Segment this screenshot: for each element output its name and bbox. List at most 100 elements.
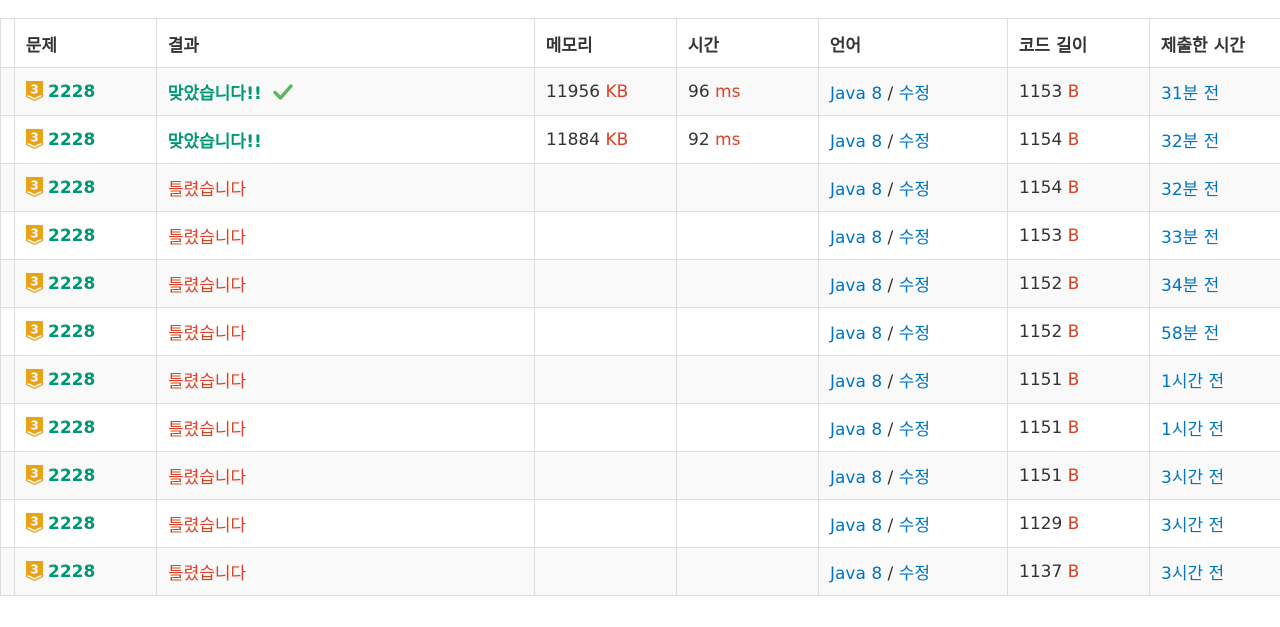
code-length-value: 1154	[1019, 129, 1063, 150]
code-length-cell: 1151 B	[1007, 355, 1150, 404]
language-link[interactable]: Java 8	[830, 564, 882, 584]
language-link[interactable]: Java 8	[830, 420, 882, 440]
problem-cell: 3 2228	[14, 403, 157, 452]
code-length-value: 1151	[1019, 465, 1063, 486]
language-cell: Java 8 / 수정	[818, 115, 1008, 164]
edit-link[interactable]: 수정	[899, 420, 930, 440]
submitted-time-cell: 34분 전	[1149, 259, 1280, 308]
memory-unit: KB	[605, 129, 629, 150]
submitted-time-link[interactable]: 1시간 전	[1161, 372, 1224, 392]
edit-link[interactable]: 수정	[899, 372, 930, 392]
tier-badge-icon: 3	[26, 129, 43, 149]
code-length-unit: B	[1067, 513, 1080, 534]
problem-id-link[interactable]: 2228	[48, 226, 95, 246]
language-link[interactable]: Java 8	[830, 324, 882, 344]
problem-id-link[interactable]: 2228	[48, 130, 95, 150]
result-cell: 틀렸습니다	[156, 547, 535, 596]
tier-badge-icon: 3	[26, 321, 43, 341]
language-link[interactable]: Java 8	[830, 276, 882, 296]
problem-id-link[interactable]: 2228	[48, 418, 95, 438]
language-link[interactable]: Java 8	[830, 132, 882, 152]
time-cell	[676, 307, 819, 356]
code-length-cell: 1129 B	[1007, 499, 1150, 548]
language-separator: /	[887, 276, 894, 296]
edit-link[interactable]: 수정	[899, 132, 930, 152]
language-link[interactable]: Java 8	[830, 516, 882, 536]
edit-link[interactable]: 수정	[899, 180, 930, 200]
result-cell: 틀렸습니다	[156, 355, 535, 404]
code-length-unit: B	[1067, 225, 1080, 246]
submitted-time-cell: 3시간 전	[1149, 547, 1280, 596]
language-link[interactable]: Java 8	[830, 228, 882, 248]
time-cell	[676, 499, 819, 548]
problem-cell: 3 2228	[14, 547, 157, 596]
submitted-time-cell: 58분 전	[1149, 307, 1280, 356]
edit-link[interactable]: 수정	[899, 468, 930, 488]
time-cell	[676, 451, 819, 500]
problem-id-link[interactable]: 2228	[48, 466, 95, 486]
problem-id-link[interactable]: 2228	[48, 562, 95, 582]
language-cell: Java 8 / 수정	[818, 163, 1008, 212]
edit-link[interactable]: 수정	[899, 228, 930, 248]
language-cell: Java 8 / 수정	[818, 499, 1008, 548]
table-row: 3 2228 틀렸습니다 Java 8 / 수정 1151 B 1시간 전	[0, 355, 1280, 404]
table-row: 3 2228 맞았습니다!! 11884 KB 92 ms Java 8 / 수…	[0, 115, 1280, 164]
code-length-value: 1152	[1019, 321, 1063, 342]
language-cell: Java 8 / 수정	[818, 451, 1008, 500]
edit-link[interactable]: 수정	[899, 276, 930, 296]
problem-id-link[interactable]: 2228	[48, 514, 95, 534]
language-link[interactable]: Java 8	[830, 372, 882, 392]
edit-link[interactable]: 수정	[899, 84, 930, 104]
time-cell	[676, 259, 819, 308]
row-edge-cell	[0, 547, 15, 596]
submitted-time-link[interactable]: 3시간 전	[1161, 564, 1224, 584]
problem-cell: 3 2228	[14, 355, 157, 404]
table-header-row: 문제 결과 메모리 시간 언어 코드 길이 제출한 시간	[0, 18, 1280, 68]
tier-level-text: 3	[30, 419, 38, 433]
memory-cell	[534, 163, 677, 212]
result-text: 틀렸습니다	[168, 276, 247, 296]
problem-id-link[interactable]: 2228	[48, 274, 95, 294]
submitted-time-link[interactable]: 33분 전	[1161, 228, 1219, 248]
memory-cell	[534, 307, 677, 356]
tier-badge-icon: 3	[26, 225, 43, 245]
problem-id-link[interactable]: 2228	[48, 322, 95, 342]
submitted-time-cell: 1시간 전	[1149, 403, 1280, 452]
language-separator: /	[887, 324, 894, 344]
time-cell	[676, 547, 819, 596]
language-link[interactable]: Java 8	[830, 84, 882, 104]
edit-link[interactable]: 수정	[899, 324, 930, 344]
problem-id-link[interactable]: 2228	[48, 178, 95, 198]
status-table-wrapper: 문제 결과 메모리 시간 언어 코드 길이 제출한 시간 3 2228 맞았습니…	[0, 18, 1280, 596]
language-link[interactable]: Java 8	[830, 468, 882, 488]
submitted-time-link[interactable]: 3시간 전	[1161, 516, 1224, 536]
tier-badge-icon: 3	[26, 417, 43, 437]
edit-link[interactable]: 수정	[899, 516, 930, 536]
result-cell: 맞았습니다!!	[156, 67, 535, 116]
submitted-time-link[interactable]: 31분 전	[1161, 84, 1219, 104]
language-link[interactable]: Java 8	[830, 180, 882, 200]
submitted-time-link[interactable]: 32분 전	[1161, 180, 1219, 200]
language-cell: Java 8 / 수정	[818, 211, 1008, 260]
row-edge-cell	[0, 259, 15, 308]
submitted-time-link[interactable]: 34분 전	[1161, 276, 1219, 296]
tier-badge-icon: 3	[26, 561, 43, 581]
code-length-unit: B	[1067, 321, 1080, 342]
code-length-value: 1137	[1019, 561, 1063, 582]
header-problem: 문제	[14, 18, 157, 68]
table-row: 3 2228 틀렸습니다 Java 8 / 수정 1137 B 3시간 전	[0, 547, 1280, 596]
code-length-value: 1152	[1019, 273, 1063, 294]
table-body: 3 2228 맞았습니다!! 11956 KB 96 ms Java 8 / 수…	[0, 67, 1280, 596]
submitted-time-link[interactable]: 3시간 전	[1161, 468, 1224, 488]
problem-id-link[interactable]: 2228	[48, 370, 95, 390]
result-cell: 틀렸습니다	[156, 163, 535, 212]
edit-link[interactable]: 수정	[899, 564, 930, 584]
code-length-cell: 1153 B	[1007, 211, 1150, 260]
code-length-unit: B	[1067, 417, 1080, 438]
header-submitted-time: 제출한 시간	[1149, 18, 1280, 68]
problem-id-link[interactable]: 2228	[48, 82, 95, 102]
submitted-time-link[interactable]: 32분 전	[1161, 132, 1219, 152]
submitted-time-link[interactable]: 58분 전	[1161, 324, 1219, 344]
submitted-time-link[interactable]: 1시간 전	[1161, 420, 1224, 440]
tier-badge-icon: 3	[26, 177, 43, 197]
